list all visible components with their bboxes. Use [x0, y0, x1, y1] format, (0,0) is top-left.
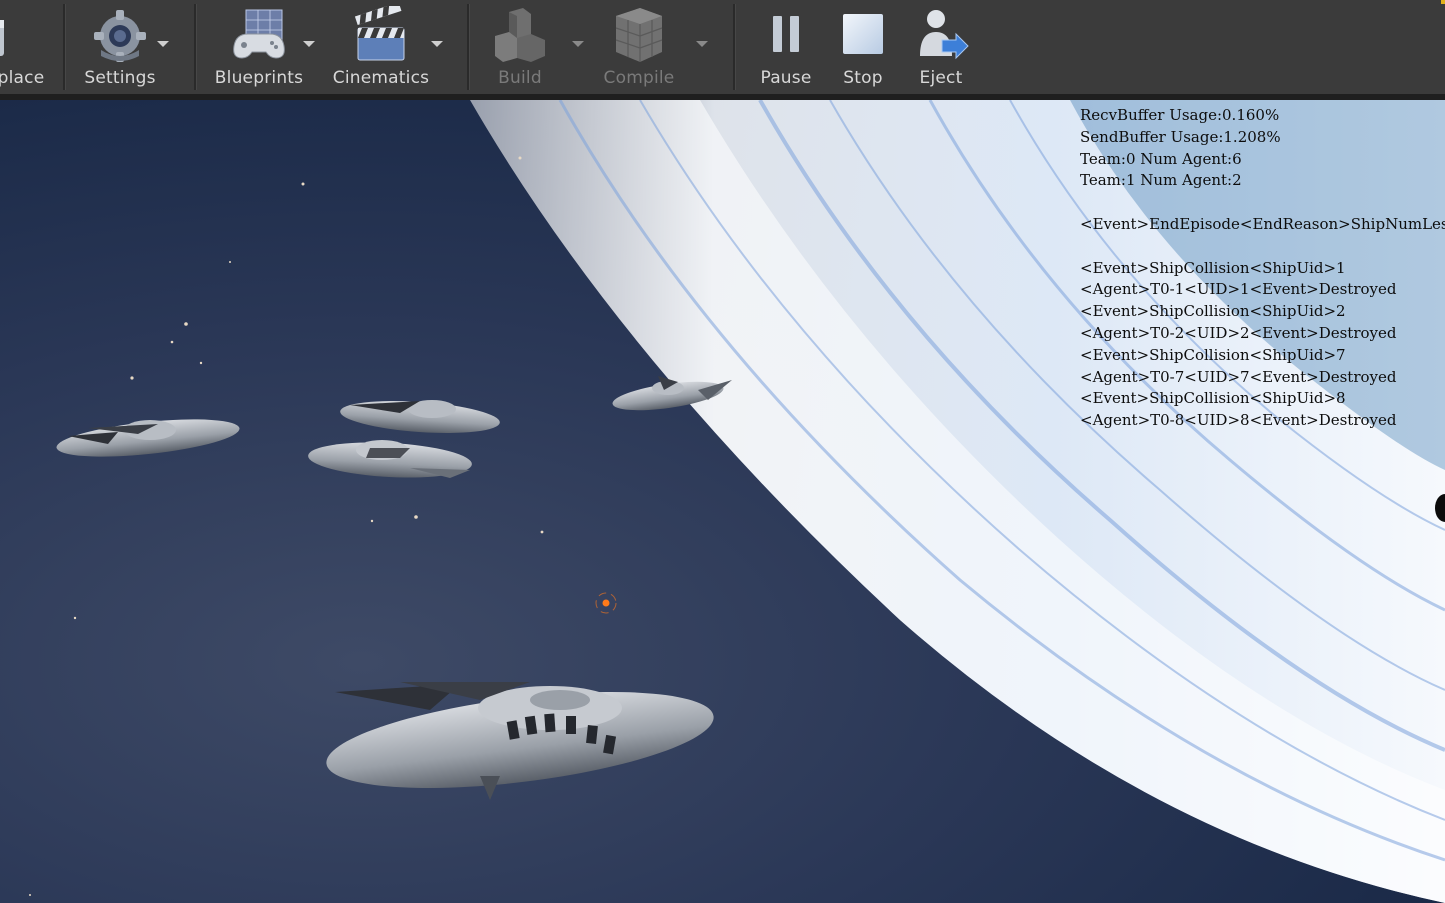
blueprints-dropdown-caret[interactable] [303, 41, 315, 47]
blueprints-button[interactable]: Blueprints [214, 0, 304, 94]
event-log-line: <Event>ShipCollision<ShipUid>2 [1080, 302, 1346, 321]
stop-icon [843, 14, 883, 54]
build-blocks-icon [495, 8, 545, 62]
toolbar-separator [467, 4, 470, 90]
compile-label: Compile [603, 68, 675, 88]
cinematics-button[interactable]: Cinematics [332, 0, 430, 94]
pause-icon [773, 16, 799, 52]
settings-dropdown-caret[interactable] [157, 41, 169, 47]
eject-person-icon [920, 10, 969, 60]
spaceship-mid-upper [340, 400, 500, 433]
editor-toolbar: place Settings Blueprints Cinematics Bui… [0, 0, 1445, 100]
spaceship-foreground [326, 682, 714, 800]
event-end-episode: <Event>EndEpisode<EndReason>ShipNumLes [1080, 214, 1445, 233]
overlay-blank-line [1080, 236, 1445, 258]
build-label: Build [498, 68, 542, 88]
blueprints-label: Blueprints [214, 68, 304, 88]
pause-button[interactable]: Pause [756, 0, 816, 94]
team-0-agent-count: Team:0 Num Agent:6 [1080, 149, 1242, 168]
blueprint-gamepad-icon [233, 9, 285, 59]
send-buffer-usage: SendBuffer Usage:1.208% [1080, 127, 1281, 146]
place-mode-label: place [0, 68, 45, 88]
toolbar-separator [733, 4, 736, 90]
compile-cubes-icon [615, 8, 663, 62]
compile-button[interactable]: Compile [603, 0, 675, 94]
event-log-line: <Agent>T0-7<UID>7<Event>Destroyed [1080, 367, 1397, 386]
stop-label: Stop [843, 68, 883, 88]
recv-buffer-usage: RecvBuffer Usage:0.160% [1080, 106, 1280, 124]
event-log-line: <Agent>T0-2<UID>2<Event>Destroyed [1080, 323, 1397, 342]
cinematics-label: Cinematics [332, 68, 430, 88]
game-viewport[interactable]: RecvBuffer Usage:0.160% SendBuffer Usage… [0, 100, 1445, 903]
settings-button[interactable]: Settings [84, 0, 156, 94]
spaceship-mid-lower [308, 440, 472, 478]
overlay-blank-line [1080, 192, 1445, 214]
crosshair-reticle [595, 592, 617, 614]
eject-button[interactable]: Eject [910, 0, 972, 94]
team-1-agent-count: Team:1 Num Agent:2 [1080, 171, 1242, 190]
build-button[interactable]: Build [490, 0, 550, 94]
toolbar-separator [194, 4, 197, 90]
event-log-line: <Event>ShipCollision<ShipUid>7 [1080, 345, 1346, 364]
build-dropdown-caret[interactable] [572, 41, 584, 47]
event-log-line: <Event>ShipCollision<ShipUid>8 [1080, 389, 1346, 408]
event-log-line: <Event>ShipCollision<ShipUid>1 [1080, 258, 1346, 277]
eject-label: Eject [919, 68, 963, 88]
compile-dropdown-caret[interactable] [696, 41, 708, 47]
event-log-line: <Agent>T0-1<UID>1<Event>Destroyed [1080, 280, 1397, 299]
network-debug-overlay: RecvBuffer Usage:0.160% SendBuffer Usage… [1080, 105, 1445, 432]
toolbar-separator [63, 4, 66, 90]
place-mode-button[interactable]: place [0, 0, 50, 94]
event-log-line: <Agent>T0-8<UID>8<Event>Destroyed [1080, 411, 1397, 430]
settings-label: Settings [84, 68, 156, 88]
pause-label: Pause [760, 68, 812, 88]
clapperboard-icon [354, 6, 405, 61]
place-icon [0, 20, 4, 56]
spaceship-far-left [56, 419, 240, 457]
cinematics-dropdown-caret[interactable] [431, 41, 443, 47]
gear-icon [94, 10, 146, 62]
stop-button[interactable]: Stop [834, 0, 892, 94]
